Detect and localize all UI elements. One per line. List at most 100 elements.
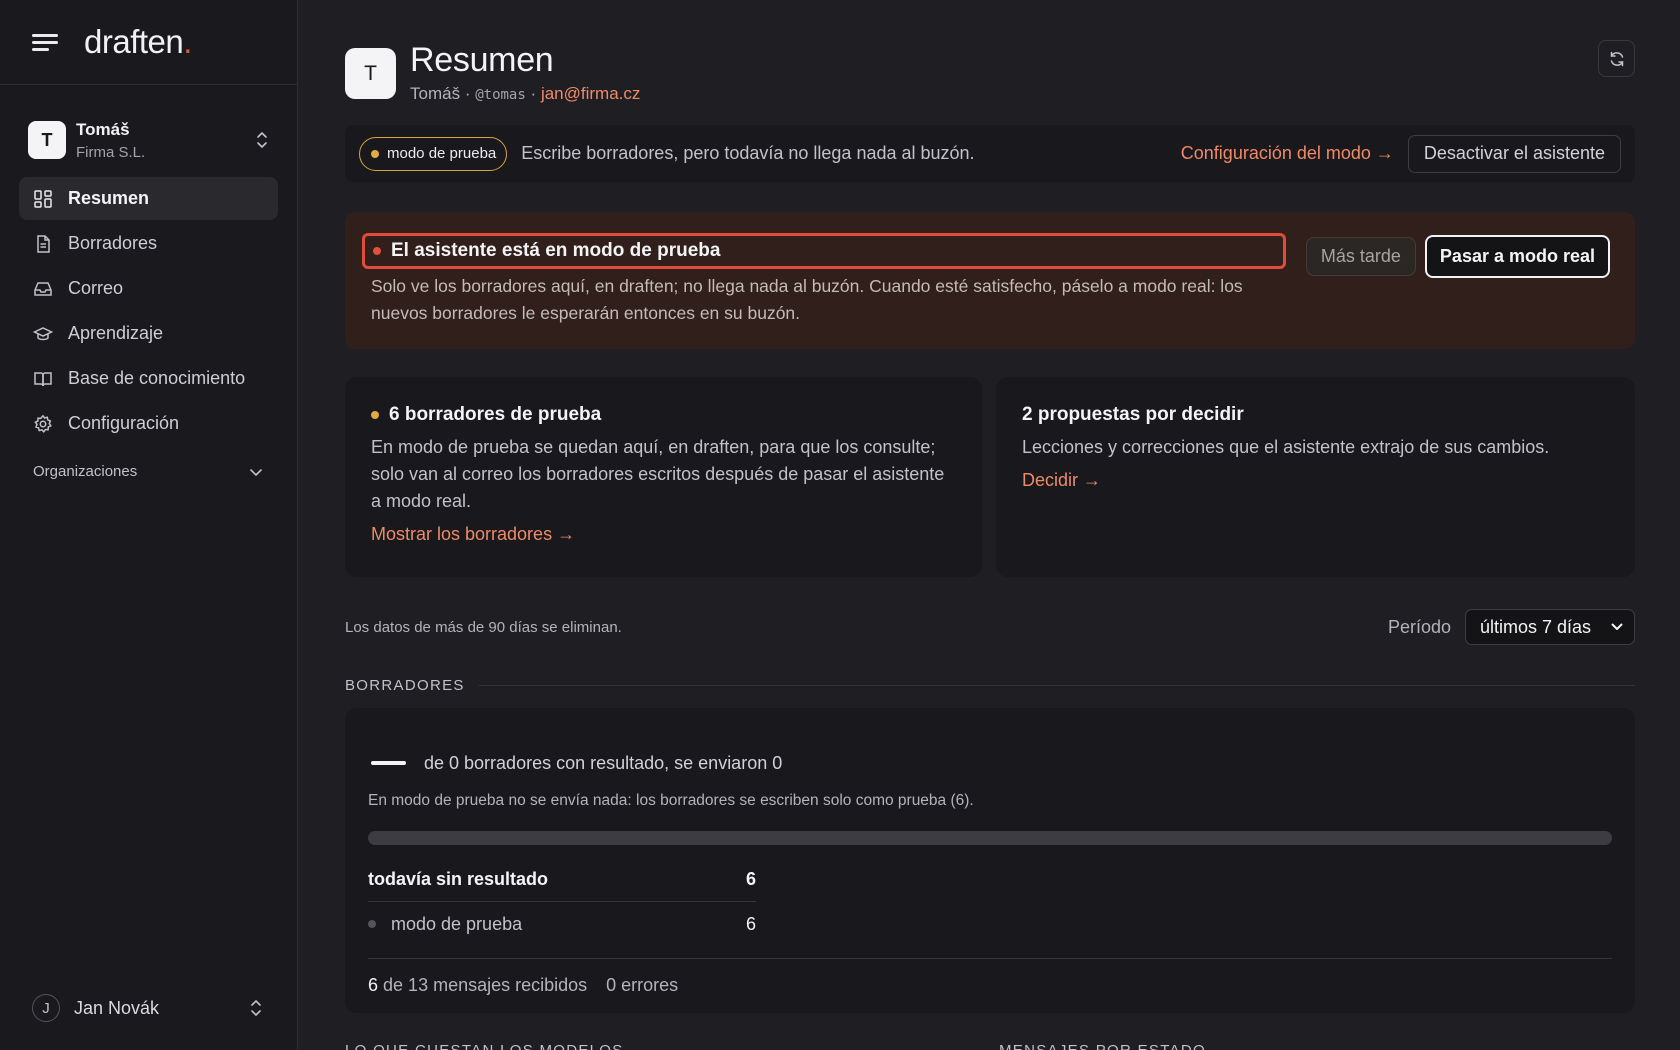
profile-name: Tomáš — [410, 84, 461, 103]
alert-dot — [373, 247, 381, 255]
mode-status-label: modo de prueba — [387, 145, 497, 162]
messages-stats: 6 de 13 mensajes recibidos 0 errores — [368, 975, 1612, 996]
brand-logo[interactable]: draften. — [84, 23, 192, 61]
model-costs-heading: LO QUE CUESTAN LOS MODELOS — [345, 1040, 981, 1050]
test-mode-title-text: El asistente está en modo de prueba — [391, 240, 721, 261]
later-button[interactable]: Más tarde — [1305, 237, 1416, 276]
drafts-stats-panel: de 0 borradores con resultado, se enviar… — [345, 708, 1635, 1013]
card-body: Lecciones y correcciones que el asistent… — [1022, 437, 1550, 457]
mode-status-badge: modo de prueba — [359, 136, 508, 171]
graduation-cap-icon — [33, 326, 53, 340]
drafts-summary-text: de 0 borradores con resultado, se enviar… — [424, 752, 783, 773]
org-switcher[interactable]: T Tomáš Firma S.L. — [0, 117, 297, 163]
drafts-summary-note: En modo de prueba no se envía nada: los … — [368, 792, 974, 809]
received-count: 6 — [368, 975, 379, 995]
errors-count: 0 errores — [606, 975, 679, 995]
drafts-summary: de 0 borradores con resultado, se enviar… — [368, 708, 1612, 778]
organizations-toggle[interactable]: Organizaciones — [0, 463, 297, 480]
deactivate-assistant-button[interactable]: Desactivar el asistente — [1407, 134, 1621, 173]
period-label: Período — [1387, 616, 1451, 637]
row-value: 6 — [745, 868, 756, 889]
sidebar-item-resumen[interactable]: Resumen — [19, 177, 278, 220]
sidebar-item-aprendizaje[interactable]: Aprendizaje — [19, 312, 278, 355]
period-select-value: últimos 7 días — [1480, 616, 1592, 637]
row-label: modo de prueba — [391, 913, 523, 934]
divider — [368, 958, 1612, 959]
show-drafts-link[interactable]: Mostrar los borradores → — [371, 524, 575, 545]
test-mode-title: El asistente está en modo de prueba — [362, 233, 1286, 269]
page-title: Resumen — [410, 41, 554, 79]
profile-email-link[interactable]: jan@firma.cz — [541, 84, 640, 103]
mode-settings-link[interactable]: Configuración del modo → — [1181, 143, 1394, 164]
org-company-name: Firma S.L. — [76, 143, 146, 161]
test-drafts-card: 6 borradores de prueba En modo de prueba… — [345, 377, 982, 577]
sidebar-item-label: Configuración — [68, 413, 180, 433]
sidebar-item-label: Base de conocimiento — [68, 368, 246, 388]
summary-cards: 6 borradores de prueba En modo de prueba… — [345, 377, 1635, 577]
period-row: Los datos de más de 90 días se eliminan.… — [345, 609, 1635, 645]
organizations-label: Organizaciones — [33, 463, 138, 480]
separator: · — [464, 84, 471, 103]
brand-name: draften — [84, 23, 184, 60]
card-title-text: 2 propuestas por decidir — [1022, 404, 1244, 425]
row-label: todavía sin resultado — [368, 868, 549, 889]
card-title: 2 propuestas por decidir — [1022, 404, 1609, 426]
brand-bar: draften. — [0, 0, 297, 85]
refresh-button[interactable] — [1598, 40, 1635, 77]
org-user-name: Tomáš — [76, 119, 130, 139]
bottom-section-headings: LO QUE CUESTAN LOS MODELOS MENSAJES POR … — [345, 1040, 1635, 1050]
decide-link[interactable]: Decidir → — [1022, 470, 1101, 491]
sidebar: draften. T Tomáš Firma S.L. Resumen Borr… — [0, 0, 298, 1050]
table-row: modo de prueba 6 — [368, 902, 756, 946]
test-mode-alert: El asistente está en modo de prueba Solo… — [345, 212, 1635, 349]
refresh-icon — [1610, 51, 1623, 66]
card-title-text: 6 borradores de prueba — [389, 404, 602, 425]
divider — [478, 684, 1635, 686]
sidebar-item-correo[interactable]: Correo — [19, 267, 278, 310]
sidebar-item-label: Resumen — [68, 188, 150, 208]
sidebar-item-configuracion[interactable]: Configuración — [19, 402, 278, 445]
sidebar-item-label: Borradores — [68, 233, 158, 253]
page-header: T Resumen Tomáš · @tomas · jan@firma.cz — [345, 40, 1635, 110]
dashboard-icon — [34, 189, 52, 208]
main-content: T Resumen Tomáš · @tomas · jan@firma.cz … — [345, 0, 1635, 1050]
brand-dot: . — [183, 23, 192, 60]
user-name: Jan Novák — [74, 997, 160, 1018]
user-menu[interactable]: J Jan Novák — [32, 993, 263, 1023]
section-heading-label: BORRADORES — [345, 676, 465, 694]
section-heading-label: MENSAJES POR ESTADO — [999, 1041, 1206, 1050]
sidebar-item-borradores[interactable]: Borradores — [19, 222, 278, 265]
book-icon — [34, 371, 52, 386]
chevron-down-icon — [1611, 623, 1623, 630]
test-mode-description: Solo ve los borradores aquí, en draften;… — [371, 276, 1243, 323]
status-dot — [371, 411, 379, 419]
retention-note: Los datos de más de 90 días se eliminan. — [345, 618, 622, 636]
chevron-down-icon — [250, 468, 262, 476]
mode-bar: modo de prueba Escribe borradores, pero … — [345, 125, 1635, 182]
gear-icon — [34, 414, 52, 433]
org-avatar: T — [28, 121, 66, 159]
period-select[interactable]: últimos 7 días — [1465, 609, 1635, 645]
sidebar-nav: Resumen Borradores Correo Aprendizaje Ba… — [0, 177, 297, 445]
messages-by-status-heading: MENSAJES POR ESTADO — [999, 1040, 1635, 1050]
proposals-card: 2 propuestas por decidir Lecciones y cor… — [996, 377, 1635, 577]
drafts-section-heading: BORRADORES — [345, 675, 1635, 695]
separator: · — [530, 84, 537, 103]
sidebar-item-base-de-conocimiento[interactable]: Base de conocimiento — [19, 357, 278, 400]
chevron-up-down-icon — [249, 998, 263, 1018]
chevron-up-down-icon — [255, 130, 269, 150]
page-subtitle: Tomáš · @tomas · jan@firma.cz — [410, 84, 640, 104]
received-text: de 13 mensajes recibidos — [383, 975, 588, 995]
section-heading-label: LO QUE CUESTAN LOS MODELOS — [345, 1041, 624, 1050]
row-value: 6 — [745, 913, 756, 934]
status-dot — [368, 920, 376, 928]
user-avatar: J — [32, 994, 60, 1022]
profile-avatar: T — [345, 48, 396, 99]
card-title: 6 borradores de prueba — [371, 404, 956, 426]
menu-icon[interactable] — [32, 31, 60, 53]
inbox-icon — [34, 281, 52, 296]
switch-to-real-mode-button[interactable]: Pasar a modo real — [1424, 235, 1610, 278]
sidebar-item-label: Aprendizaje — [68, 323, 164, 343]
mode-description: Escribe borradores, pero todavía no lleg… — [521, 143, 975, 163]
drafts-breakdown: todavía sin resultado 6 modo de prueba 6 — [368, 867, 756, 946]
